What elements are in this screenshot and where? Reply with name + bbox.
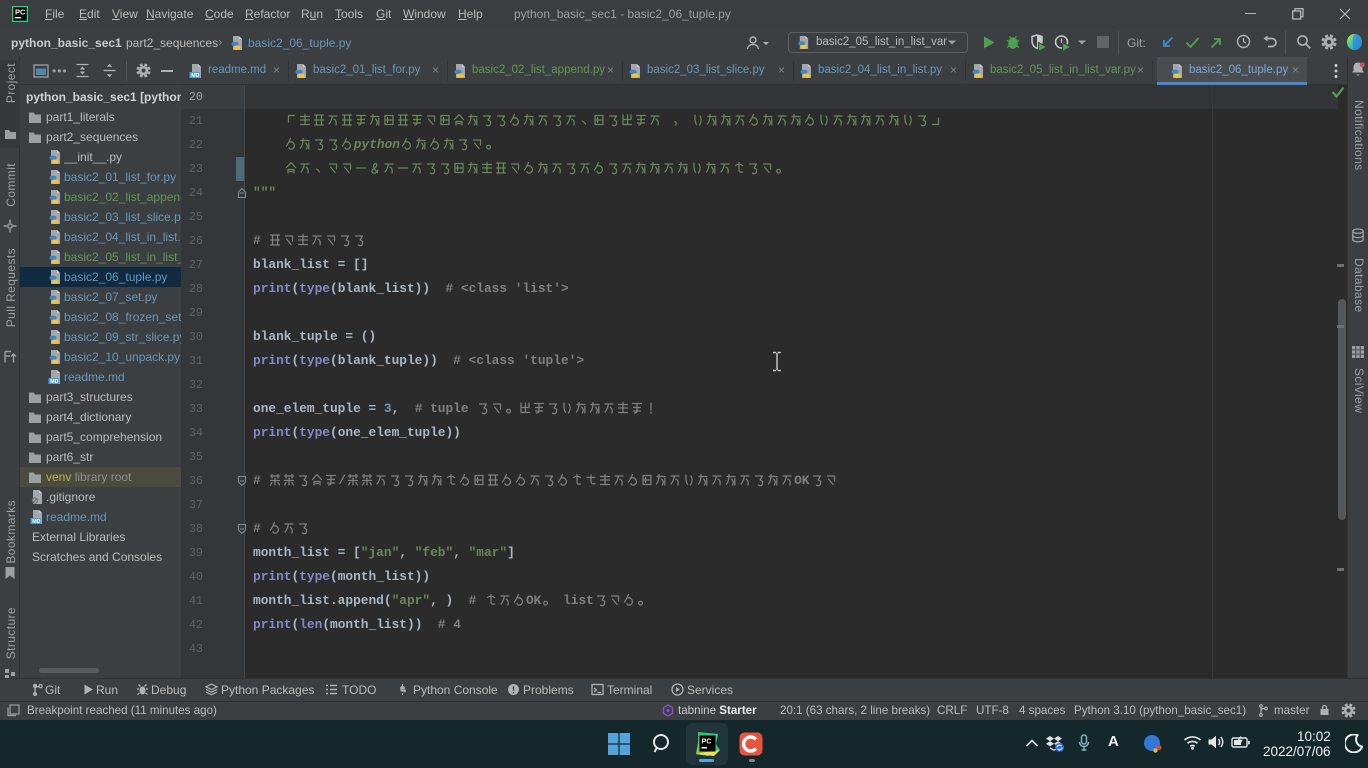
svg-text:PC: PC bbox=[702, 737, 712, 746]
svg-text:PC: PC bbox=[15, 8, 26, 17]
svg-text:MD: MD bbox=[50, 379, 58, 385]
svg-text:MD: MD bbox=[32, 519, 40, 525]
svg-text:MD: MD bbox=[191, 73, 199, 79]
